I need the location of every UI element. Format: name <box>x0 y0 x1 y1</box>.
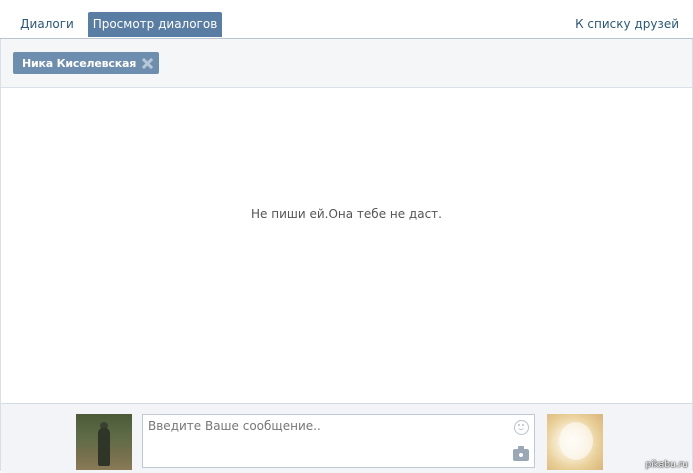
message-box <box>142 414 535 468</box>
composer: pikabu.ru <box>1 403 692 473</box>
watermark: pikabu.ru <box>645 460 688 470</box>
close-icon[interactable] <box>142 58 153 69</box>
tab-view-dialogs[interactable]: Просмотр диалогов <box>88 12 222 37</box>
my-avatar[interactable] <box>76 414 132 470</box>
peer-bar: Ника Киселевская <box>1 39 692 88</box>
message-input[interactable] <box>148 419 508 463</box>
friends-list-link[interactable]: К списку друзей <box>575 12 679 37</box>
camera-icon[interactable] <box>513 446 529 461</box>
tab-dialogs[interactable]: Диалоги <box>14 12 80 37</box>
message-history: Не пиши ей.Она тебе не даст. <box>1 88 692 403</box>
history-message: Не пиши ей.Она тебе не даст. <box>251 207 442 221</box>
avatar-figure-shape <box>98 428 110 466</box>
smile-icon[interactable] <box>514 420 529 435</box>
peer-avatar[interactable] <box>547 414 603 470</box>
avatar-glow-shape <box>559 422 593 460</box>
peer-chip[interactable]: Ника Киселевская <box>13 52 160 74</box>
peer-chip-label: Ника Киселевская <box>22 56 137 70</box>
top-tabs: Диалоги Просмотр диалогов К списку друзе… <box>0 0 693 39</box>
